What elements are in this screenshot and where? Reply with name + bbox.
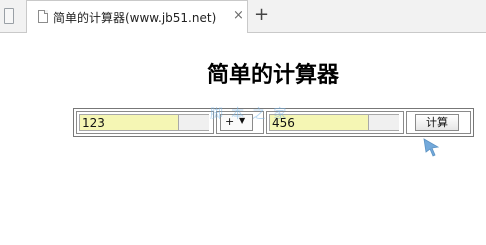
page-icon[interactable]: [4, 8, 14, 24]
close-icon[interactable]: ×: [233, 8, 244, 24]
operand-a-input-tail: [179, 114, 209, 131]
document-icon: [38, 10, 48, 23]
operand-b-input-tail: [369, 114, 399, 131]
browser-tab[interactable]: 简单的计算器(www.jb51.net) ×: [26, 0, 248, 33]
operand-a-input[interactable]: 123: [79, 114, 179, 131]
plus-icon[interactable]: +: [254, 4, 269, 26]
watermark: 脚 本 之 家: [210, 107, 289, 122]
tab-title: 简单的计算器(www.jb51.net): [53, 11, 217, 25]
browser-tabstrip: 简单的计算器(www.jb51.net) × +: [0, 0, 486, 33]
calculate-button[interactable]: 计算: [415, 114, 459, 131]
button-cell: 计算: [406, 111, 471, 134]
cursor-icon: [423, 138, 440, 157]
page-title: 简单的计算器: [206, 62, 339, 88]
operand-a-cell: 123: [76, 111, 214, 134]
